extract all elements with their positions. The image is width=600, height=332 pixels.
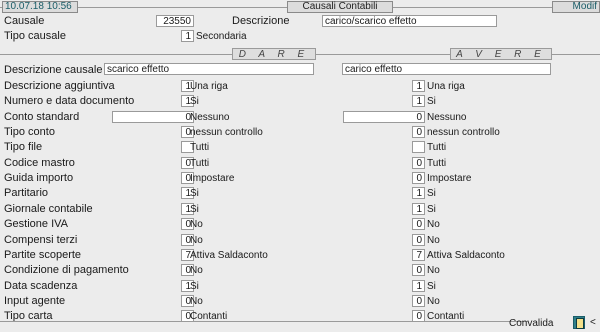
document-icon xyxy=(576,318,584,329)
mode-indicator: Modif xyxy=(552,1,600,13)
avere-value-input[interactable]: 0 xyxy=(412,295,425,307)
avere-value-desc: nessun controllo xyxy=(427,127,500,138)
avere-value-desc: No xyxy=(427,265,440,276)
avere-value-input[interactable]: 1 xyxy=(412,80,425,92)
causale-label: Causale xyxy=(4,15,45,27)
field-label: Tipo conto xyxy=(4,126,55,138)
avere-value-desc: Si xyxy=(427,204,436,215)
field-row: Codice mastro 0 Tutti 0 Tutti xyxy=(0,156,600,171)
field-label: Condizione di pagamento xyxy=(4,264,129,276)
avere-value-desc: Impostare xyxy=(427,173,472,184)
avere-value-input[interactable]: 0 xyxy=(412,126,425,138)
avere-value-desc: Si xyxy=(427,188,436,199)
dare-value-desc: Tutti xyxy=(190,142,210,153)
tipo-causale-input[interactable]: 1 xyxy=(181,30,194,42)
avere-value-input[interactable]: 1 xyxy=(412,203,425,215)
dare-value-desc: No xyxy=(190,296,203,307)
field-row: Conto standard 0 Nessuno 0 Nessuno xyxy=(0,110,600,125)
field-row: Numero e data documento 1 Si 1 Si xyxy=(0,94,600,109)
field-label: Descrizione aggiuntiva xyxy=(4,80,115,92)
avere-value-input[interactable]: 0 xyxy=(412,157,425,169)
field-label: Compensi terzi xyxy=(4,234,78,246)
convalida-button[interactable] xyxy=(573,316,585,329)
field-label: Partitario xyxy=(4,187,49,199)
avere-value-input[interactable]: 0 xyxy=(412,218,425,230)
dare-section-header: D A R E xyxy=(232,48,316,60)
field-label: Numero e data documento xyxy=(4,95,135,107)
field-row: Partite scoperte 7 Attiva Saldaconto 7 Attiv… xyxy=(0,248,600,263)
field-label: Tipo file xyxy=(4,141,43,153)
dare-descrizione-input[interactable]: scarico effetto xyxy=(104,63,314,75)
descrizione-label: Descrizione xyxy=(232,15,290,27)
dare-value-desc: Si xyxy=(190,204,199,215)
avere-value-desc: Tutti xyxy=(427,158,447,169)
field-label: Data scadenza xyxy=(4,280,78,292)
back-arrow-icon[interactable]: < xyxy=(590,316,596,329)
field-label: Conto standard xyxy=(4,111,80,123)
avere-value-desc: Una riga xyxy=(427,81,465,92)
avere-value-input[interactable]: 0 xyxy=(412,264,425,276)
avere-value-input[interactable]: 7 xyxy=(412,249,425,261)
causale-input[interactable]: 23550 xyxy=(156,15,194,27)
field-row: Condizione di pagamento 0 No 0 No xyxy=(0,263,600,278)
dare-value-desc: No xyxy=(190,219,203,230)
avere-value-desc: No xyxy=(427,235,440,246)
avere-value-desc: Attiva Saldaconto xyxy=(427,250,505,261)
dare-value-desc: Si xyxy=(190,96,199,107)
avere-value-desc: No xyxy=(427,296,440,307)
field-label: Codice mastro xyxy=(4,157,75,169)
tipo-causale-label: Tipo causale xyxy=(4,30,66,42)
dare-value-desc: Tutti xyxy=(190,158,210,169)
avere-descrizione-input[interactable]: carico effetto xyxy=(342,63,551,75)
descrizione-causale-label: Descrizione causale xyxy=(4,64,103,76)
avere-value-input[interactable]: 0 xyxy=(412,172,425,184)
avere-value-input[interactable]: 1 xyxy=(412,280,425,292)
avere-value-input[interactable] xyxy=(412,141,425,153)
dare-value-desc: Si xyxy=(190,188,199,199)
field-label: Giornale contabile xyxy=(4,203,93,215)
avere-value-desc: Si xyxy=(427,281,436,292)
field-row: Compensi terzi 0 No 0 No xyxy=(0,233,600,248)
dare-value-input[interactable]: 0 xyxy=(112,111,194,123)
avere-value-input[interactable]: 1 xyxy=(412,187,425,199)
field-row: Input agente 0 No 0 No xyxy=(0,294,600,309)
avere-value-input[interactable]: 1 xyxy=(412,95,425,107)
field-row: Tipo conto 0 nessun controllo 0 nessun contr… xyxy=(0,125,600,140)
field-label: Gestione IVA xyxy=(4,218,68,230)
avere-value-input[interactable]: 0 xyxy=(343,111,425,123)
tipo-causale-desc: Secondaria xyxy=(196,31,247,42)
field-label: Guida importo xyxy=(4,172,74,184)
avere-value-desc: No xyxy=(427,219,440,230)
datetime-display: 10.07.18 10:56 xyxy=(2,1,78,13)
avere-value-desc: Tutti xyxy=(427,142,447,153)
field-row: Partitario 1 Si 1 Si xyxy=(0,186,600,201)
dare-value-desc: No xyxy=(190,235,203,246)
convalida-label: Convalida xyxy=(509,318,554,329)
field-label: Input agente xyxy=(4,295,66,307)
avere-value-input[interactable]: 0 xyxy=(412,234,425,246)
dare-value-desc: Una riga xyxy=(190,81,228,92)
dare-value-desc: No xyxy=(190,265,203,276)
dare-value-desc: nessun controllo xyxy=(190,127,263,138)
avere-value-desc: Si xyxy=(427,96,436,107)
field-row: Data scadenza 1 Si 1 Si xyxy=(0,279,600,294)
avere-value-desc: Nessuno xyxy=(427,112,467,123)
footer-rule xyxy=(0,321,528,322)
field-row: Gestione IVA 0 No 0 No xyxy=(0,217,600,232)
dare-value-desc: Si xyxy=(190,281,199,292)
field-row: Guida importo 0 Impostare 0 Impostare xyxy=(0,171,600,186)
field-label: Partite scoperte xyxy=(4,249,82,261)
dare-value-desc: Attiva Saldaconto xyxy=(190,250,268,261)
dare-value-desc: Nessuno xyxy=(190,112,230,123)
field-row: Giornale contabile 1 Si 1 Si xyxy=(0,202,600,217)
avere-section-header: A V E R E xyxy=(450,48,552,60)
dare-value-desc: Impostare xyxy=(190,173,235,184)
descrizione-input[interactable]: carico/scarico effetto xyxy=(322,15,497,27)
field-row: Descrizione aggiuntiva 1 Una riga 1 Una riga xyxy=(0,79,600,94)
window-title: Causali Contabili xyxy=(287,1,393,13)
field-row: Tipo file Tutti Tutti xyxy=(0,140,600,155)
